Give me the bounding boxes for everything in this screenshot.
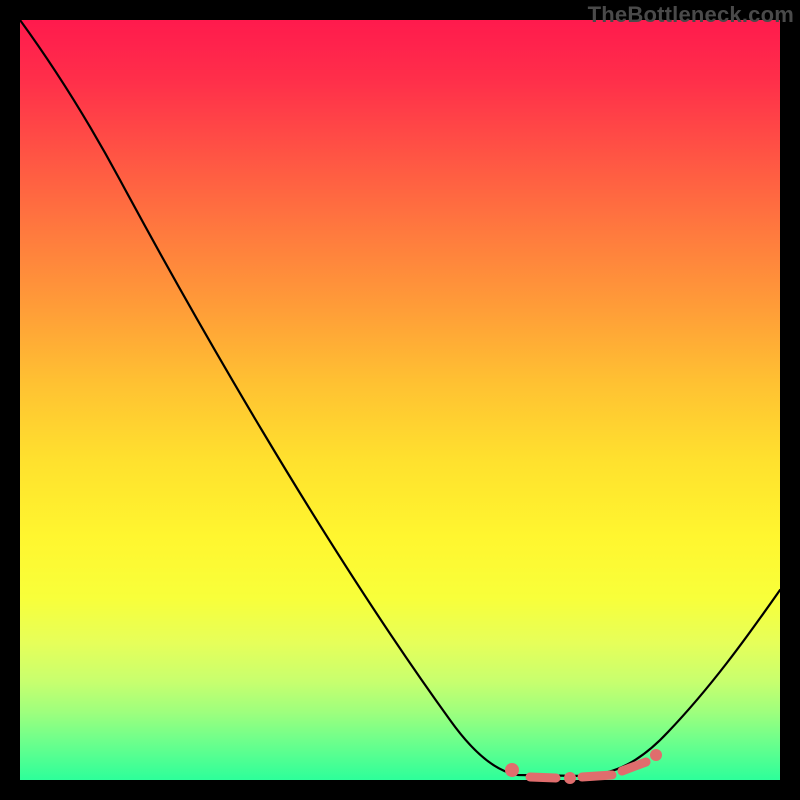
marker-dash [530, 777, 556, 778]
watermark-text: TheBottleneck.com [588, 2, 794, 28]
marker-dash [582, 775, 612, 777]
marker-dot [650, 749, 662, 761]
bottleneck-curve [20, 20, 780, 776]
chart-svg [20, 20, 780, 780]
chart-frame [20, 20, 780, 780]
marker-dot [564, 772, 576, 784]
marker-dot [505, 763, 519, 777]
marker-dash [622, 762, 646, 771]
